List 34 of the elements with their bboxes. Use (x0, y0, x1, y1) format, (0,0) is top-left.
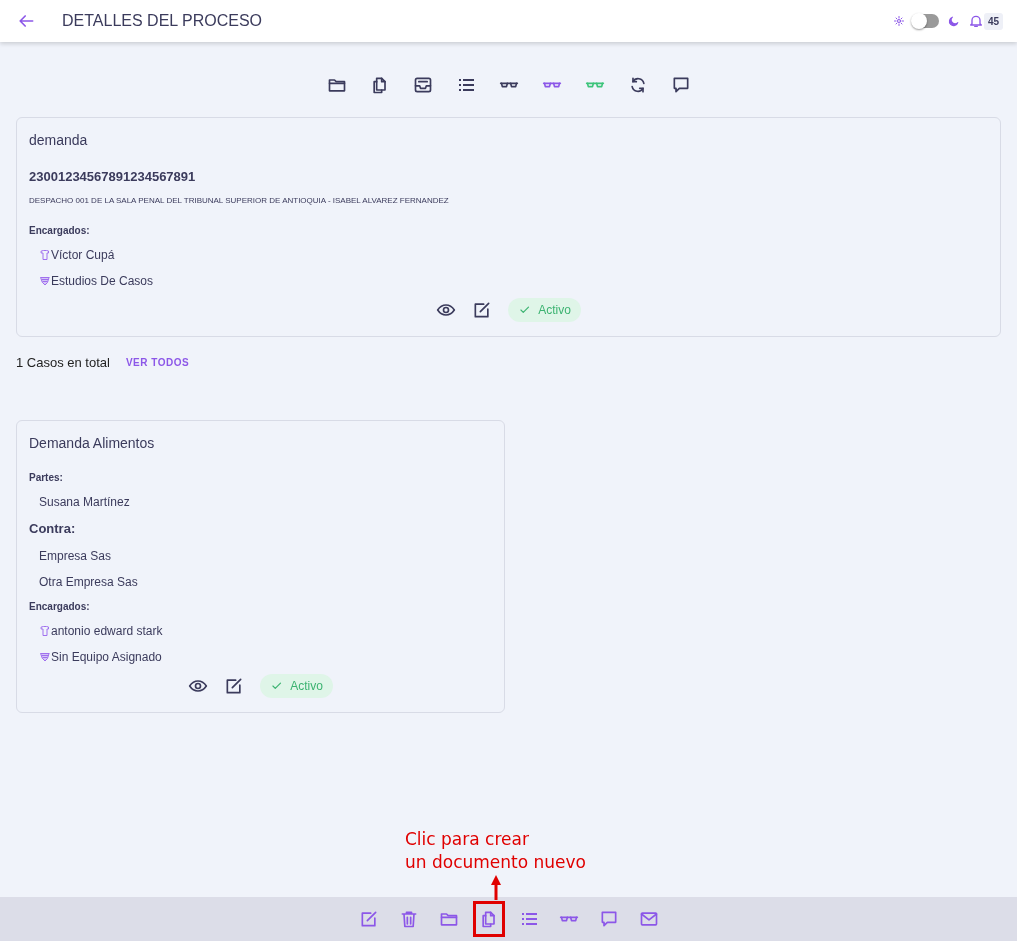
annotation-text: Clic para crear un documento nuevo (405, 828, 586, 874)
court-name: DESPACHO 001 DE LA SALA PENAL DEL TRIBUNAL SUPERIOR DE ANTIOQUIA - ISABEL ALVAREZ FERNANDEZ (29, 194, 450, 207)
status-badge: Activo (260, 673, 333, 698)
parties-label: Partes: (29, 471, 64, 485)
annotation-arrow (489, 874, 502, 900)
theme-toggle[interactable] (912, 14, 939, 28)
assignee-name: Estudios De Casos (51, 272, 154, 290)
shirt-icon (39, 624, 51, 637)
assignee-name: antonio edward stark (51, 622, 163, 640)
case-count: 1 Casos en total (16, 353, 110, 372)
view-all-link[interactable]: VER TODOS (125, 354, 190, 370)
inbox-icon[interactable] (412, 75, 433, 95)
assignee-name: Víctor Cupá (51, 246, 115, 264)
card-title: demanda (29, 131, 89, 150)
assignees-label: Encargados: (29, 599, 91, 614)
party-name: Empresa Sas (39, 547, 112, 565)
party-name: Otra Empresa Sas (39, 573, 138, 591)
assignee-name: Sin Equipo Asignado (51, 648, 162, 666)
assignees-label: Encargados: (29, 223, 91, 238)
status-badge: Activo (508, 297, 581, 322)
party-name: Susana Martínez (39, 494, 130, 511)
against-label: Contra: (29, 520, 77, 538)
toolbar-button[interactable] (472, 901, 505, 937)
process-number: 23001234567891234567891 (29, 168, 197, 186)
card-title: Demanda Alimentos (29, 434, 156, 453)
shield-icon (39, 274, 51, 287)
sun-icon (892, 15, 905, 27)
shirt-icon (39, 248, 51, 261)
moon-icon (946, 14, 960, 28)
mail-icon[interactable] (638, 909, 659, 929)
page-title: DETALLES DEL PROCESO (62, 11, 263, 31)
bell-icon[interactable] (967, 13, 984, 29)
shield-icon (39, 650, 51, 663)
notification-count: 45 (983, 12, 1003, 30)
